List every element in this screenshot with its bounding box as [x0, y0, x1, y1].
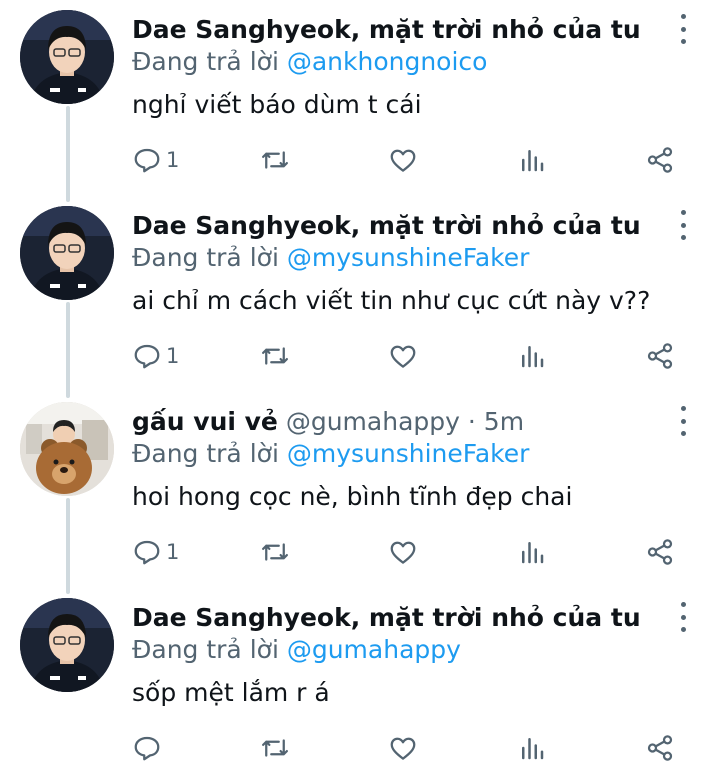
tweet-actions: 1 [0, 334, 720, 378]
tweet-actions: 1 [0, 530, 720, 574]
analytics-button[interactable] [517, 334, 547, 378]
like-button[interactable] [388, 334, 418, 378]
tweet-text: sốp mệt lắm r á [132, 678, 330, 707]
more-options-icon[interactable] [678, 406, 688, 436]
like-button[interactable] [388, 138, 418, 182]
tweet-time[interactable]: · 5m [468, 407, 524, 436]
more-options-icon[interactable] [678, 602, 688, 632]
reply-icon [134, 148, 160, 173]
person-avatar-icon [20, 206, 114, 300]
analytics-button[interactable] [517, 138, 547, 182]
avatar[interactable] [20, 598, 114, 692]
analytics-icon [522, 150, 544, 172]
replying-to: Đang trả lời @mysunshineFaker [132, 240, 529, 276]
avatar[interactable] [20, 206, 114, 300]
share-icon [647, 343, 673, 369]
mention-link[interactable]: @ankhongnoico [287, 47, 488, 76]
author-name[interactable]: Dae Sanghyeok, mặt trời nhỏ của tui [132, 603, 640, 632]
avatar[interactable] [20, 402, 114, 496]
retweet-icon [262, 543, 288, 561]
author-name[interactable]: gấu vui vẻ [132, 407, 278, 436]
analytics-icon [522, 542, 544, 564]
tweet[interactable]: Dae Sanghyeok, mặt trời nhỏ của tui @...… [0, 588, 720, 784]
replying-to: Đang trả lời @ankhongnoico [132, 44, 487, 80]
heart-icon [390, 345, 416, 368]
tweet-actions: 1 [0, 138, 720, 182]
reply-button[interactable]: 1 [132, 530, 179, 574]
tweet-text: nghỉ viết báo dùm t cái [132, 90, 422, 119]
reply-count: 1 [166, 540, 180, 564]
reply-count: 1 [166, 148, 180, 172]
analytics-button[interactable] [517, 530, 547, 574]
author-handle[interactable]: @gumahappy [286, 407, 460, 436]
mention-link[interactable]: @gumahappy [287, 635, 461, 664]
analytics-icon [522, 738, 544, 760]
tweet-text: hoi hong cọc nè, bình tĩnh đẹp chai [132, 482, 573, 511]
retweet-button[interactable] [260, 726, 290, 770]
tweet[interactable]: Dae Sanghyeok, mặt trời nhỏ của tui @...… [0, 0, 720, 196]
retweet-button[interactable] [260, 138, 290, 182]
replying-to: Đang trả lời @mysunshineFaker [132, 436, 529, 472]
author-name[interactable]: Dae Sanghyeok, mặt trời nhỏ của tui [132, 211, 640, 240]
reply-icon [134, 540, 160, 565]
reply-icon [134, 736, 160, 761]
tweet-text: ai chỉ m cách viết tin như cục cứt này v… [132, 286, 651, 315]
replying-to: Đang trả lời @gumahappy [132, 632, 461, 668]
heart-icon [390, 541, 416, 564]
tweet[interactable]: Dae Sanghyeok, mặt trời nhỏ của tui @...… [0, 196, 720, 392]
mention-link[interactable]: @mysunshineFaker [287, 243, 530, 272]
retweet-icon [262, 151, 288, 169]
share-button[interactable] [645, 334, 675, 378]
more-options-icon[interactable] [678, 14, 688, 44]
share-icon [647, 735, 673, 761]
share-icon [647, 539, 673, 565]
person-avatar-icon [20, 598, 114, 692]
analytics-button[interactable] [517, 726, 547, 770]
reply-button[interactable]: 1 [132, 334, 179, 378]
heart-icon [390, 149, 416, 172]
replying-to-label: Đang trả lời [132, 439, 279, 468]
tweet[interactable]: gấu vui vẻ @gumahappy · 5m Đang trả lời … [0, 392, 720, 588]
share-button[interactable] [645, 530, 675, 574]
analytics-icon [522, 346, 544, 368]
retweet-icon [262, 739, 288, 757]
retweet-button[interactable] [260, 530, 290, 574]
reply-button[interactable] [132, 726, 166, 770]
replying-to-label: Đang trả lời [132, 243, 279, 272]
replying-to-label: Đang trả lời [132, 47, 279, 76]
reply-button[interactable]: 1 [132, 138, 179, 182]
person-avatar-icon [20, 10, 114, 104]
like-button[interactable] [388, 726, 418, 770]
share-button[interactable] [645, 726, 675, 770]
bear-avatar-icon [20, 402, 114, 496]
heart-icon [390, 737, 416, 760]
reply-icon [134, 344, 160, 369]
avatar[interactable] [20, 10, 114, 104]
tweet-actions [0, 726, 720, 770]
replying-to-label: Đang trả lời [132, 635, 279, 664]
retweet-icon [262, 347, 288, 365]
author-name[interactable]: Dae Sanghyeok, mặt trời nhỏ của tui [132, 15, 640, 44]
more-options-icon[interactable] [678, 210, 688, 240]
share-icon [647, 147, 673, 173]
share-button[interactable] [645, 138, 675, 182]
mention-link[interactable]: @mysunshineFaker [287, 439, 530, 468]
reply-count: 1 [166, 344, 180, 368]
like-button[interactable] [388, 530, 418, 574]
retweet-button[interactable] [260, 334, 290, 378]
